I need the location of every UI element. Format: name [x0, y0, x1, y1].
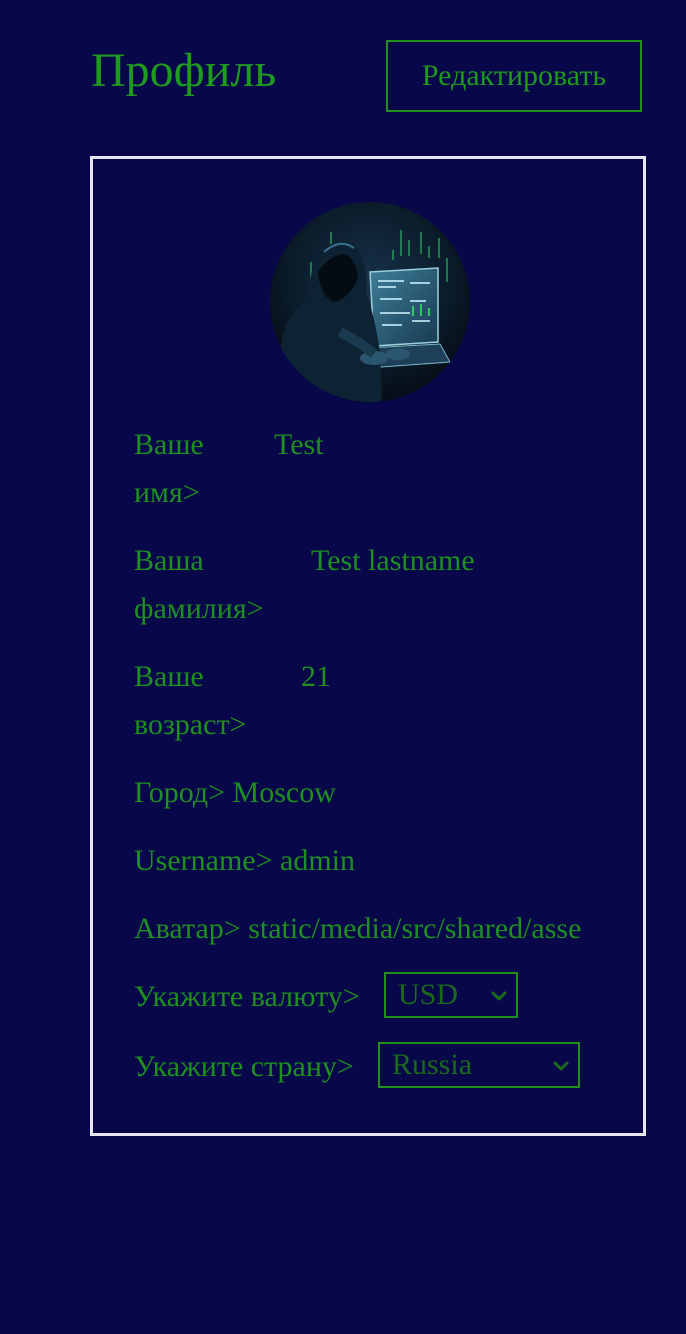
- name-label-line-2: имя>: [134, 476, 200, 509]
- age-value: 21: [301, 660, 331, 693]
- name-label-line-1: Ваше: [134, 428, 204, 461]
- age-label-line-1: Ваше: [134, 660, 204, 693]
- currency-label: Укажите валюту>: [134, 980, 360, 1013]
- edit-button[interactable]: Редактировать: [386, 40, 642, 112]
- lastname-label-line-2: фамилия>: [134, 592, 264, 625]
- lastname-row: Ваша фамилия> Test lastname: [134, 537, 475, 633]
- chevron-down-icon: [553, 1061, 569, 1071]
- city-value: Moscow: [232, 776, 336, 809]
- country-row: Укажите страну>: [134, 1043, 354, 1091]
- avatar-path-value: static/media/src/shared/asse: [248, 912, 582, 945]
- city-row: Город> Moscow: [134, 769, 336, 817]
- lastname-label-line-1: Ваша: [134, 544, 204, 577]
- chevron-down-icon: [491, 991, 507, 1001]
- country-select[interactable]: Russia: [378, 1042, 580, 1088]
- age-label-line-2: возраст>: [134, 708, 247, 741]
- currency-row: Укажите валюту>: [134, 973, 360, 1021]
- age-label: Ваше возраст>: [134, 653, 246, 749]
- age-row: Ваше возраст> 21: [134, 653, 331, 749]
- username-row: Username> admin: [134, 837, 355, 885]
- lastname-label: Ваша фамилия>: [134, 537, 264, 633]
- page-title: Профиль: [91, 44, 277, 97]
- country-label: Укажите страну>: [134, 1050, 354, 1083]
- name-row: Ваше имя> Test: [134, 421, 324, 517]
- hooded-hacker-avatar-icon: [270, 202, 470, 402]
- lastname-value: Test lastname: [311, 544, 475, 577]
- avatar-path-label: Аватар>: [134, 912, 241, 945]
- username-label: Username>: [134, 844, 273, 877]
- city-label: Город>: [134, 776, 226, 809]
- username-value: admin: [280, 844, 356, 877]
- name-value: Test: [274, 428, 324, 461]
- profile-card: Ваше имя> Test Ваша фамилия> Test lastna…: [90, 156, 646, 1136]
- avatar: [270, 202, 470, 402]
- country-select-value: Russia: [392, 1048, 473, 1081]
- name-label: Ваше имя>: [134, 421, 204, 517]
- currency-select[interactable]: USD: [384, 972, 518, 1018]
- currency-select-value: USD: [398, 978, 459, 1011]
- avatar-path-row: Аватар> static/media/src/shared/asse: [134, 905, 601, 953]
